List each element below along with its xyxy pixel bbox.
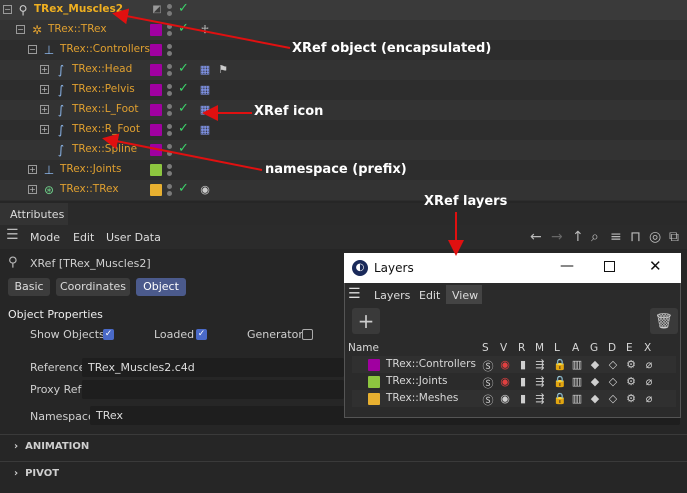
arrow-to-xref-object — [112, 8, 291, 49]
annotation-arrows — [102, 8, 464, 256]
arrow-to-namespace — [102, 133, 263, 171]
